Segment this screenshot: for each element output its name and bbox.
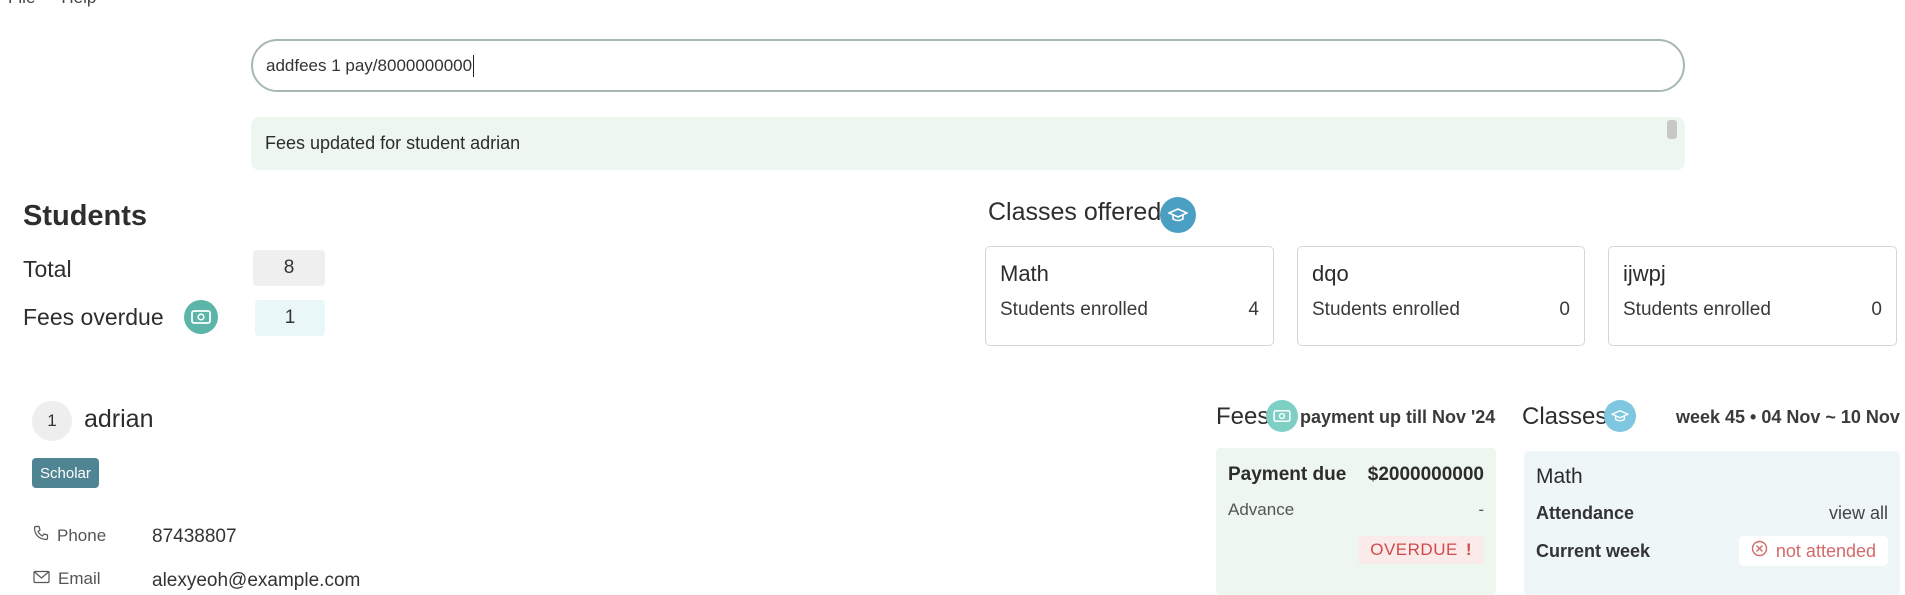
- graduation-cap-icon: [1160, 197, 1196, 233]
- fees-overdue-label: Fees overdue: [23, 304, 164, 330]
- cancel-circle-icon: [1751, 540, 1768, 562]
- graduation-cap-icon: [1604, 400, 1636, 432]
- advance-value: -: [1478, 500, 1484, 519]
- classes-heading: Classes: [1522, 403, 1608, 430]
- class-name: Math: [1536, 465, 1583, 488]
- email-value: alexyeoh@example.com: [152, 570, 361, 591]
- class-name: Math: [1000, 261, 1049, 286]
- text-caret: [473, 54, 475, 77]
- command-text: addfees 1 pay/8000000000: [266, 55, 473, 75]
- email-label: Email: [58, 569, 101, 588]
- menu-file[interactable]: File: [8, 0, 35, 8]
- attendance-status-text: not attended: [1775, 540, 1876, 561]
- attendance-label: Attendance: [1536, 503, 1635, 523]
- money-icon: [184, 300, 218, 334]
- student-tag: Scholar: [32, 458, 99, 488]
- current-week-label: Current week: [1536, 540, 1651, 561]
- class-card-math[interactable]: Math Students enrolled 4: [985, 246, 1274, 346]
- class-name: dqo: [1312, 261, 1349, 286]
- advance-label: Advance: [1228, 500, 1295, 519]
- fees-period: payment up till Nov '24: [1300, 407, 1496, 427]
- enrolled-count: 0: [1871, 299, 1882, 320]
- phone-row-label: Phone: [33, 525, 106, 546]
- view-all-link[interactable]: view all: [1829, 503, 1888, 524]
- classes-offered-heading: Classes offered: [988, 198, 1162, 226]
- class-card-ijwpj[interactable]: ijwpj Students enrolled 0: [1608, 246, 1897, 346]
- enrolled-count: 4: [1248, 299, 1259, 320]
- overdue-text: OVERDUE: [1370, 540, 1458, 559]
- result-message: Fees updated for student adrian: [265, 133, 521, 153]
- exclamation-icon: !: [1465, 540, 1472, 559]
- week-label: week 45 • 04 Nov ~ 10 Nov: [1676, 407, 1900, 427]
- student-name: adrian: [84, 405, 154, 433]
- fees-overdue-count: 1: [255, 300, 325, 336]
- email-icon: [33, 569, 50, 589]
- enrolled-count: 0: [1559, 299, 1570, 320]
- fees-card: Payment due $2000000000 Advance - OVERDU…: [1216, 448, 1496, 595]
- payment-due-value: $2000000000: [1367, 464, 1484, 485]
- money-icon: [1266, 400, 1298, 432]
- phone-value: 87438807: [152, 526, 237, 547]
- phone-label: Phone: [57, 525, 107, 545]
- class-attendance-card: Math Attendance view all Current week no…: [1524, 451, 1900, 595]
- attendance-status-badge: not attended: [1738, 536, 1888, 566]
- email-row-label: Email: [33, 569, 101, 589]
- students-heading: Students: [23, 200, 148, 232]
- phone-icon: [33, 525, 49, 546]
- fees-heading: Fees: [1216, 403, 1270, 430]
- total-label: Total: [23, 256, 72, 282]
- class-name: ijwpj: [1623, 261, 1666, 286]
- total-count: 8: [253, 250, 325, 286]
- enrolled-label: Students enrolled: [1623, 299, 1771, 320]
- command-input[interactable]: addfees 1 pay/8000000000: [251, 39, 1685, 92]
- student-index: 1: [32, 401, 72, 441]
- menu-help[interactable]: Help: [61, 0, 96, 8]
- result-scrollbar[interactable]: [1667, 120, 1677, 139]
- payment-due-label: Payment due: [1228, 464, 1347, 485]
- result-display: Fees updated for student adrian: [251, 117, 1685, 170]
- overdue-badge: OVERDUE !: [1358, 536, 1484, 564]
- enrolled-label: Students enrolled: [1312, 299, 1460, 320]
- enrolled-label: Students enrolled: [1000, 299, 1148, 320]
- menu-bar: File Help: [8, 0, 96, 8]
- class-card-dqo[interactable]: dqo Students enrolled 0: [1297, 246, 1585, 346]
